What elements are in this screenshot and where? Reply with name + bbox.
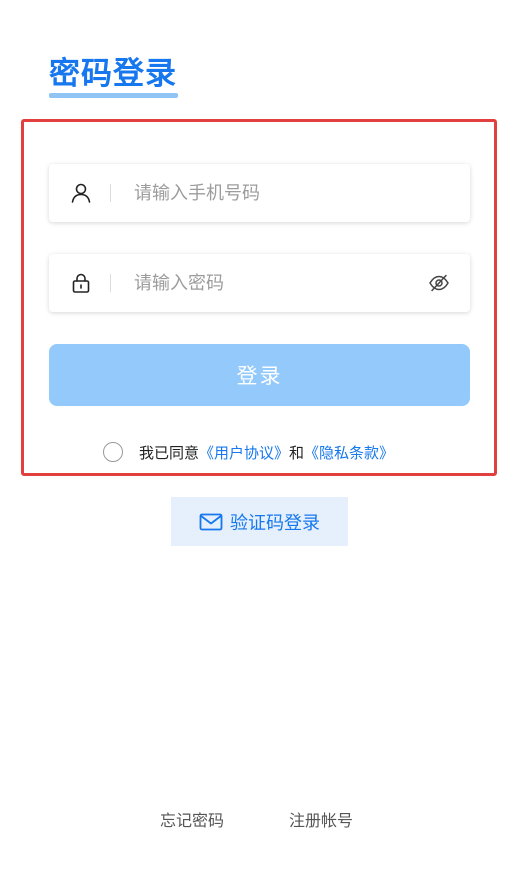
login-button[interactable]: 登录 xyxy=(49,344,470,406)
phone-input[interactable] xyxy=(134,164,404,222)
phone-field[interactable] xyxy=(49,164,470,222)
title-underline xyxy=(49,93,178,98)
register-link[interactable]: 注册帐号 xyxy=(289,807,353,831)
mail-icon xyxy=(199,513,223,531)
field-separator xyxy=(110,274,111,292)
password-input[interactable] xyxy=(134,254,404,312)
lock-icon xyxy=(69,271,93,295)
eye-off-icon[interactable] xyxy=(428,273,450,293)
login-page: 密码登录 登 xyxy=(0,0,517,887)
agreement-prefix: 我已同意 xyxy=(139,443,200,462)
forgot-password-link[interactable]: 忘记密码 xyxy=(160,807,224,831)
page-title: 密码登录 xyxy=(49,56,177,92)
agreement-and: 和 xyxy=(289,443,305,462)
sms-login-button[interactable]: 验证码登录 xyxy=(171,497,348,546)
user-icon xyxy=(69,181,93,205)
privacy-policy-link[interactable]: 《隐私条款》 xyxy=(304,442,394,463)
agreement-checkbox[interactable] xyxy=(103,442,123,462)
user-agreement-link[interactable]: 《用户协议》 xyxy=(199,442,289,463)
password-field[interactable] xyxy=(49,254,470,312)
sms-login-label: 验证码登录 xyxy=(230,512,320,534)
field-separator xyxy=(110,184,111,202)
agreement-row: 我已同意 《用户协议》 和 《隐私条款》 xyxy=(103,440,394,464)
